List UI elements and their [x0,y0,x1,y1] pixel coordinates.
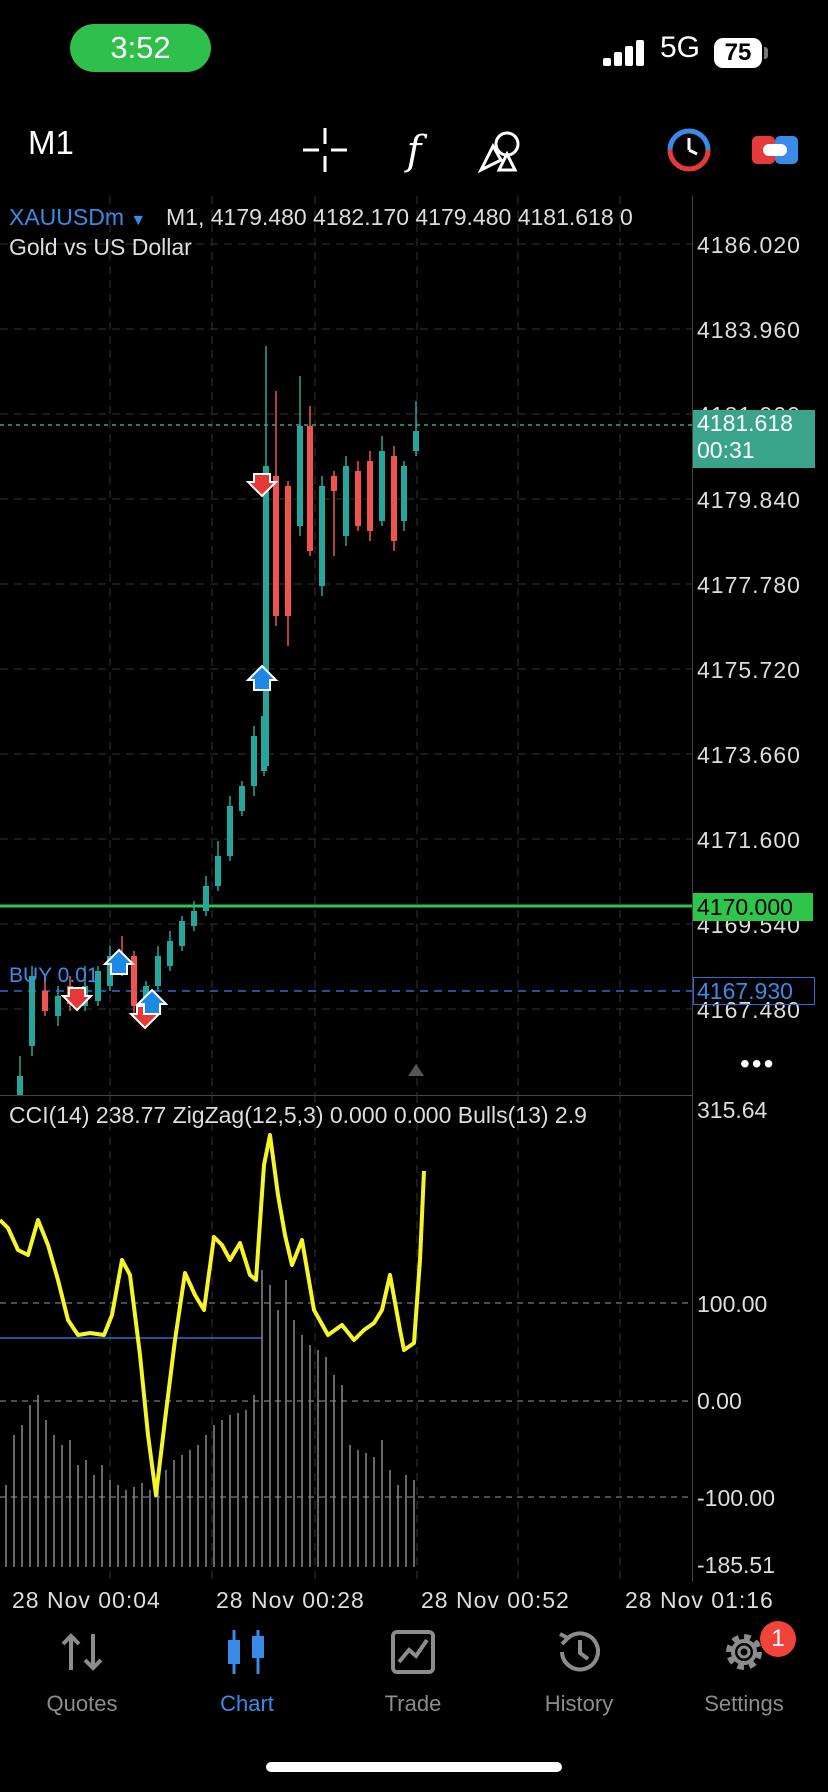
buy-position-label[interactable]: BUY 0.01 [9,964,99,988]
candle-body [191,911,197,926]
nav-label: Settings [704,1691,784,1716]
candle-body [367,461,373,531]
current-price: 4181.618 [697,410,793,436]
time-label: 28 Nov 00:52 [421,1587,570,1613]
candle-body [319,486,325,586]
candle-body [17,1076,23,1095]
price-label: 4173.660 [697,742,801,768]
symbol-name[interactable]: XAUUSDm [9,204,124,230]
nav-label: History [544,1691,614,1716]
buy-arrow-icon [245,664,279,691]
time-label: 28 Nov 00:28 [216,1587,365,1613]
candle-body [251,736,257,786]
quotes-icon [61,1633,103,1671]
candle-body [343,466,349,536]
home-indicator[interactable] [266,1762,562,1772]
symbol-selector[interactable]: XAUUSDm ▼ [9,204,146,231]
more-options-button[interactable]: ••• [740,1048,775,1080]
nav-label: Trade [384,1691,442,1716]
battery-icon: 75 [714,38,762,68]
price-chart-canvas[interactable] [0,196,692,1095]
candle-body [167,941,173,966]
candle-body [285,486,291,616]
candle-body [155,956,161,986]
crosshair-icon[interactable] [299,124,351,176]
indicator-label: 100.00 [697,1291,768,1317]
nav-label: Quotes [46,1691,118,1716]
candle-body [215,856,221,886]
chevron-down-icon[interactable]: ▼ [130,212,146,229]
candle-body [355,471,361,526]
price-label: 4179.840 [697,487,801,513]
nav-chart[interactable]: Chart [172,1628,322,1717]
price-label: 4183.960 [697,317,801,343]
indicators-f-icon[interactable]: f [388,124,440,176]
svg-text:f: f [404,128,428,174]
trade-toggle-icon[interactable] [749,124,801,176]
candle-body [391,456,397,541]
candle-body [239,786,245,811]
candle-body [401,466,407,521]
candle-body [413,431,419,451]
current-price-tag: 4181.618 00:31 [693,410,815,468]
candle-body [379,451,385,521]
candle-body [42,991,48,1011]
time-label: 28 Nov 01:16 [625,1587,774,1613]
price-label: 4177.780 [697,572,801,598]
level-price-tag[interactable]: 4170.000 [693,893,813,921]
nav-quotes[interactable]: Quotes [7,1628,157,1717]
candle-body [331,476,337,491]
bar-countdown: 00:31 [697,437,755,463]
indicator-canvas[interactable] [0,1095,692,1582]
chart-icon [228,1630,264,1674]
time-label: 28 Nov 00:04 [12,1587,161,1613]
symbol-description: Gold vs US Dollar [9,234,192,260]
candle-body [179,921,185,946]
sell-arrow-icon [245,473,279,498]
battery-nub [764,47,768,59]
objects-icon[interactable] [475,124,527,176]
candle-body [307,426,313,551]
candle-body [273,476,279,616]
timeframe-button[interactable]: M1 [28,124,74,162]
status-time: 3:52 [70,24,211,72]
scroll-marker-icon [408,1064,424,1076]
nav-label: Chart [220,1691,274,1716]
nav-trade[interactable]: Trade [338,1628,488,1717]
price-label: 4171.600 [697,827,801,853]
network-type: 5G [660,31,701,64]
candle-body [203,886,209,911]
price-label: 4186.020 [697,232,801,258]
trade-icon [391,1630,435,1674]
indicator-label: -100.00 [697,1485,776,1511]
indicator-label: 315.64 [697,1097,768,1123]
buy-price-tag[interactable]: 4167.930 [693,977,815,1005]
signal-icon [603,40,644,66]
price-label: 4175.720 [697,657,801,683]
candle-body [55,996,61,1016]
clock-icon[interactable] [663,124,715,176]
nav-history[interactable]: History [504,1628,654,1717]
candle-body [297,426,303,526]
indicator-label: -185.51 [697,1552,776,1578]
candle-body [227,806,233,856]
settings-badge: 1 [760,1621,796,1657]
history-icon [559,1631,600,1672]
nav-settings[interactable]: Settings [669,1628,819,1717]
candle-body [263,466,269,766]
indicator-header: CCI(14) 238.77 ZigZag(12,5,3) 0.000 0.00… [9,1102,587,1128]
indicator-label: 0.00 [697,1388,742,1414]
ohlc-readout: M1, 4179.480 4182.170 4179.480 4181.618 … [166,204,633,230]
